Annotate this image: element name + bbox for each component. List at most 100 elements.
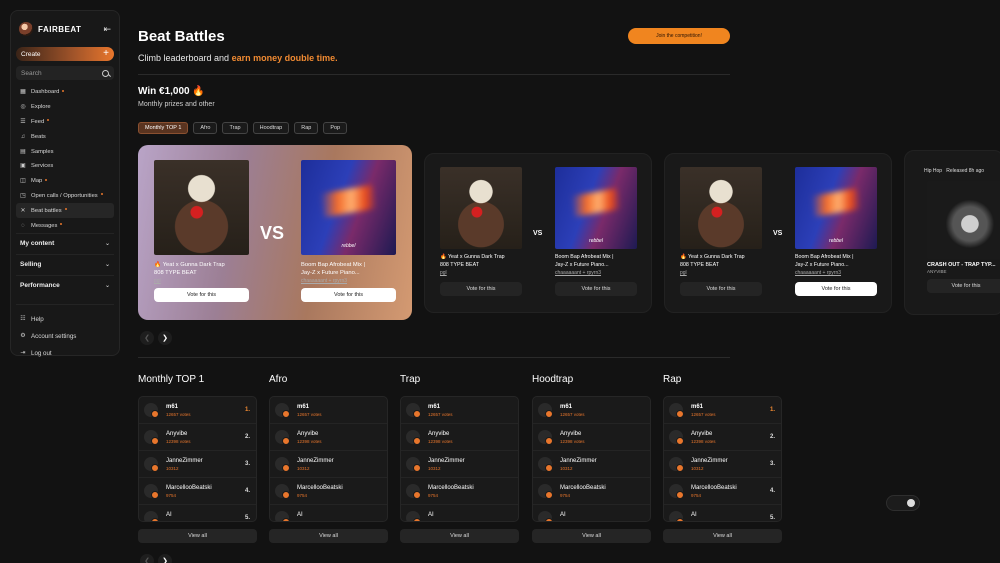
vote-button-right[interactable]: Vote for this (301, 288, 396, 302)
sidebar-section-selling[interactable]: Selling ⌄ (16, 253, 114, 275)
leaderboard-row[interactable]: JanneZimmer 10312 (270, 451, 387, 478)
brand-logo[interactable] (19, 22, 33, 36)
next-arrow-icon[interactable]: ❯ (158, 331, 172, 345)
beat-cover[interactable] (927, 181, 1000, 259)
avatar[interactable] (669, 430, 684, 445)
avatar[interactable] (275, 511, 290, 521)
producer-name[interactable]: AI (560, 512, 566, 518)
leaderboard-row[interactable]: JanneZimmer 10312 (401, 451, 518, 478)
leaderboard-row[interactable]: JanneZimmer 10312 3. (139, 451, 256, 478)
beat-author-right[interactable]: chaaaaaant + rpyrn3 (301, 278, 396, 284)
avatar[interactable] (144, 484, 159, 499)
vote-button-left[interactable]: Vote for this (154, 288, 249, 302)
producer-name[interactable]: JanneZimmer (297, 458, 334, 464)
producer-name[interactable]: m61 (691, 404, 703, 410)
view-all-button[interactable]: View all (138, 529, 257, 543)
producer-name[interactable]: AI (691, 512, 697, 518)
leaderboard-row[interactable]: Anyvibe 12398 votes 2. (664, 424, 781, 451)
sidebar-item-map[interactable]: ◫ Map (16, 174, 114, 189)
producer-name[interactable]: MarcellooBeatski (691, 485, 737, 491)
producer-name[interactable]: m61 (297, 404, 309, 410)
producer-name[interactable]: Anyvibe (560, 431, 581, 437)
beat-author-right[interactable]: chaaaaaant + rpyrn3 (795, 270, 877, 276)
avatar[interactable] (406, 430, 421, 445)
leaderboard-row[interactable]: Anyvibe 12398 votes (401, 424, 518, 451)
vote-button-right[interactable]: Vote for this (555, 282, 637, 296)
view-all-button[interactable]: View all (400, 529, 519, 543)
sidebar-item-messages[interactable]: ◌ Messages (16, 218, 114, 233)
leaderboard-row[interactable]: Anyvibe 12398 votes 2. (139, 424, 256, 451)
producer-name[interactable]: Anyvibe (691, 431, 712, 437)
producer-name[interactable]: Anyvibe (428, 431, 449, 437)
filter-chip-afro[interactable]: Afro (193, 122, 218, 134)
avatar[interactable] (538, 457, 553, 472)
sidebar-item-feed[interactable]: ☰ Feed (16, 115, 114, 130)
avatar[interactable] (538, 430, 553, 445)
avatar[interactable] (275, 484, 290, 499)
avatar[interactable] (406, 484, 421, 499)
filter-chip-monthly-top-1[interactable]: Monthly TOP 1 (138, 122, 189, 134)
leaderboard-row[interactable]: MarcellooBeatski 9754 (533, 478, 650, 505)
avatar[interactable] (144, 430, 159, 445)
sidebar-item-services[interactable]: ▣ Services (16, 159, 114, 174)
leaderboard-row[interactable]: AI 5. (139, 505, 256, 521)
beat-cover-left[interactable] (154, 160, 249, 255)
avatar[interactable] (406, 403, 421, 418)
filter-chip-pop[interactable]: Pop (323, 122, 348, 134)
search-input[interactable] (21, 69, 102, 77)
beat-cover-right[interactable]: rebbel (301, 160, 396, 255)
avatar[interactable] (538, 403, 553, 418)
next-arrow-icon[interactable]: ❯ (158, 554, 172, 563)
leaderboard-row[interactable]: MarcellooBeatski 9754 (401, 478, 518, 505)
producer-name[interactable]: MarcellooBeatski (297, 485, 343, 491)
leaderboard-row[interactable]: MarcellooBeatski 9754 (270, 478, 387, 505)
avatar[interactable] (669, 511, 684, 521)
sidebar-item-beats[interactable]: ♫ Beats (16, 129, 114, 144)
create-button[interactable]: Create + (16, 47, 114, 61)
avatar[interactable] (144, 511, 159, 521)
beat-author[interactable]: ANYVIBE (927, 269, 947, 274)
avatar[interactable] (144, 403, 159, 418)
view-all-button[interactable]: View all (663, 529, 782, 543)
producer-name[interactable]: AI (166, 512, 172, 518)
avatar[interactable] (538, 511, 553, 521)
view-all-button[interactable]: View all (532, 529, 651, 543)
theme-toggle[interactable] (886, 495, 920, 511)
avatar[interactable] (669, 403, 684, 418)
avatar[interactable] (406, 457, 421, 472)
prev-arrow-icon[interactable]: ❮ (140, 331, 154, 345)
sidebar-item-account-settings[interactable]: ⚙ Account settings (16, 328, 114, 345)
sidebar-section-my-content[interactable]: My content ⌄ (16, 232, 114, 254)
filter-chip-trap[interactable]: Trap (222, 122, 248, 134)
sidebar-item-log-out[interactable]: ⇥ Log out (16, 345, 114, 362)
leaderboard-row[interactable]: MarcellooBeatski 9754 4. (664, 478, 781, 505)
producer-name[interactable]: m61 (166, 404, 178, 410)
leaderboard-row[interactable]: m61 12657 votes (533, 397, 650, 424)
filter-chip-hoodtrap[interactable]: Hoodtrap (252, 122, 290, 134)
leaderboard-row[interactable]: Anyvibe 12398 votes (533, 424, 650, 451)
producer-name[interactable]: Anyvibe (297, 431, 318, 437)
beat-cover-left[interactable] (440, 167, 522, 249)
producer-name[interactable]: Anyvibe (166, 431, 187, 437)
producer-name[interactable]: JanneZimmer (560, 458, 597, 464)
producer-name[interactable]: AI (297, 512, 303, 518)
beat-author-left[interactable]: pgl (154, 278, 249, 284)
leaderboard-row[interactable]: MarcellooBeatski 9754 4. (139, 478, 256, 505)
producer-name[interactable]: JanneZimmer (428, 458, 465, 464)
leaderboard-row[interactable]: m61 12657 votes 1. (139, 397, 256, 424)
leaderboard-row[interactable]: AI (401, 505, 518, 521)
beat-author-left[interactable]: pgl (680, 270, 762, 276)
producer-name[interactable]: m61 (560, 404, 572, 410)
leaderboard-row[interactable]: m61 12657 votes (270, 397, 387, 424)
view-all-button[interactable]: View all (269, 529, 388, 543)
beat-cover-right[interactable]: rebbel (795, 167, 877, 249)
search-icon[interactable] (102, 69, 109, 77)
vote-button-left[interactable]: Vote for this (440, 282, 522, 296)
avatar[interactable] (669, 457, 684, 472)
avatar[interactable] (275, 457, 290, 472)
leaderboard-row[interactable]: AI 5. (664, 505, 781, 521)
sidebar-item-open-calls-opportunities[interactable]: ◳ Open calls / Opportunities (16, 189, 114, 204)
avatar[interactable] (406, 511, 421, 521)
leaderboard-row[interactable]: AI (270, 505, 387, 521)
avatar[interactable] (275, 430, 290, 445)
